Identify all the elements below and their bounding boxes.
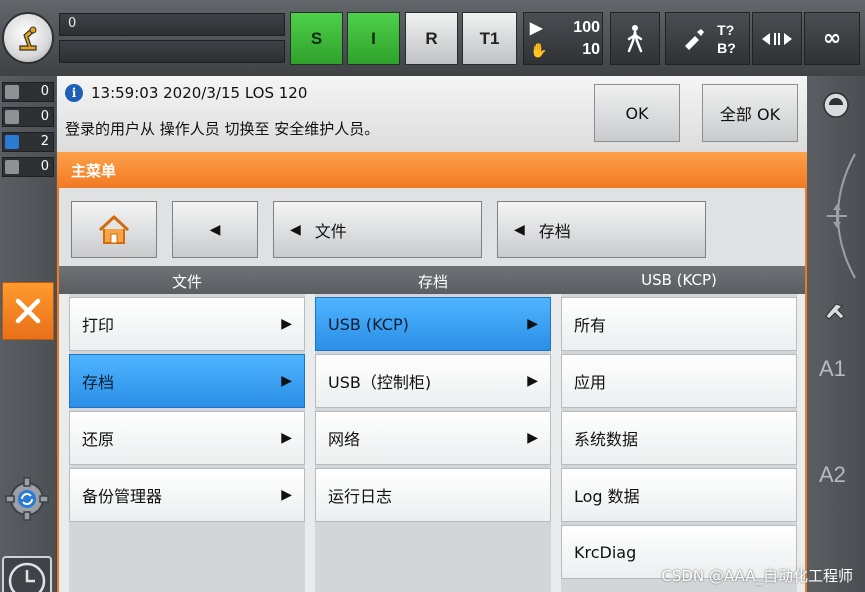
dialog-message-counter[interactable]: 0 [2,157,54,177]
program-name-field[interactable] [59,40,285,63]
timer-button[interactable] [2,556,52,592]
ok-button[interactable]: OK [594,84,680,142]
close-icon [15,298,41,324]
menu-item-archive[interactable]: 存档 ▶ [69,354,305,408]
info-message-counter[interactable]: 2 [2,132,54,152]
continuous-jog-button[interactable]: ∞ [804,12,860,65]
submit-interpreter-button[interactable]: S [290,12,343,65]
menu-item-print[interactable]: 打印 ▶ [69,297,305,351]
close-menu-button[interactable] [2,282,54,340]
breadcrumb-file-label: 文件 [314,221,347,241]
jog-override-value: 10 [582,41,600,58]
column-header-file: 文件 [171,273,202,291]
menu-column-usb: 所有 应用 系统数据 Log 数据 KrcDiag [561,294,797,592]
submenu-arrow-icon: ▶ [527,430,538,446]
active-tool-base-button[interactable]: T? B? [665,12,750,65]
play-icon: ▶ [530,20,543,37]
axis-a1-label[interactable]: A1 [819,356,846,382]
status-message-counter[interactable]: 0 [2,107,54,127]
menu-item-backup-manager[interactable]: 备份管理器 ▶ [69,468,305,522]
main-menu-panel: ◀ ◀ 文件 ◀ 存档 文件 存档 USB (KCP) 打印 ▶ 存档 ▶ 还原… [57,188,807,592]
menu-item-log-data[interactable]: Log 数据 [561,468,797,522]
tool-label: T? [717,21,735,38]
main-menu-title: 主菜单 [57,152,807,188]
message-header: 13:59:03 2020/3/15 LOS 120 [91,84,308,102]
column-headers: 文件 存档 USB (KCP) [59,266,805,294]
robot-arm-icon [19,26,37,51]
incremental-jog-button[interactable] [752,12,802,65]
operating-mode-button[interactable]: T1 [462,12,517,65]
menu-item-network[interactable]: 网络 ▶ [315,411,551,465]
menu-item-all[interactable]: 所有 [561,297,797,351]
ack-message-counter[interactable]: 0 [2,82,54,102]
status-message-icon [5,110,19,124]
menu-column-file: 打印 ▶ 存档 ▶ 还原 ▶ 备份管理器 ▶ [69,294,305,592]
mouse-6d-button[interactable] [821,90,851,124]
space-mouse-icon [823,92,849,118]
submenu-arrow-icon: ▶ [281,430,292,446]
breadcrumb-archive-button[interactable]: ◀ 存档 [497,201,706,258]
robot-main-menu-button[interactable] [2,12,54,64]
submenu-arrow-icon: ▶ [281,316,292,332]
left-sidebar: 0 0 2 0 [0,76,56,592]
base-label: B? [717,39,736,56]
drives-button[interactable]: I [347,12,400,65]
submenu-arrow-icon: ▶ [527,316,538,332]
jog-direction-pad[interactable] [815,146,859,290]
all-ok-button[interactable]: 全部 OK [702,84,798,142]
menu-item-usb-cabinet[interactable]: USB（控制柜) ▶ [315,354,551,408]
breadcrumb-file-button[interactable]: ◀ 文件 [273,201,482,258]
message-text: 登录的用户从 操作人员 切换至 安全维护人员。 [65,120,380,138]
submenu-arrow-icon: ▶ [281,373,292,389]
column-header-usb: USB (KCP) [641,271,717,289]
gear-icon [5,477,49,521]
jog-hand-icon: ✋ [530,41,548,58]
home-icon [98,215,130,244]
menu-item-system-data[interactable]: 系统数据 [561,411,797,465]
override-button[interactable]: ▶ 100 ✋ 10 [523,12,603,65]
menu-column-archive: USB (KCP) ▶ USB（控制柜) ▶ 网络 ▶ 运行日志 [315,294,551,592]
program-status-field[interactable]: 0 [59,13,285,36]
axis-a2-label[interactable]: A2 [819,462,846,488]
message-window: i 13:59:03 2020/3/15 LOS 120 登录的用户从 操作人员… [57,76,807,152]
run-mode-button[interactable] [610,12,660,65]
menu-item-logbook[interactable]: 运行日志 [315,468,551,522]
right-sidebar: A1 A2 [807,76,865,592]
info-message-icon [5,135,19,149]
jog-mode-button[interactable] [821,294,851,328]
submenu-arrow-icon: ▶ [527,373,538,389]
submenu-arrow-icon: ▶ [281,487,292,503]
back-arrow-icon: ◀ [209,221,221,238]
tool-icon [685,28,705,50]
menu-item-usb-kcp[interactable]: USB (KCP) ▶ [315,297,551,351]
back-arrow-icon: ◀ [514,221,525,238]
menu-item-applications[interactable]: 应用 [561,354,797,408]
configuration-button[interactable] [4,476,50,522]
column-header-archive: 存档 [417,273,448,291]
jog-arrows-icon [762,32,792,45]
menu-item-restore[interactable]: 还原 ▶ [69,411,305,465]
walking-person-icon [627,24,643,52]
watermark: CSDN @AAA_自动化工程师 [661,567,853,585]
back-arrow-icon: ◀ [290,221,301,238]
status-bar: 0 S I R T1 ▶ 100 ✋ 10 T? B? ∞ [0,0,865,76]
robot-interpreter-button[interactable]: R [405,12,458,65]
back-button[interactable]: ◀ [172,201,258,258]
jog-tool-icon [825,303,845,320]
dialog-message-icon [5,160,19,174]
program-override-value: 100 [573,19,600,36]
info-icon: i [65,84,83,102]
clock-icon [8,562,46,592]
ack-message-icon [5,85,19,99]
breadcrumb-archive-label: 存档 [538,221,571,241]
home-button[interactable] [71,201,157,258]
jog-direction-icon [827,153,856,279]
menu-nav-row: ◀ ◀ 文件 ◀ 存档 [59,188,805,266]
smartpad-screen: 0 S I R T1 ▶ 100 ✋ 10 T? B? ∞ 0 0 2 0 i … [0,0,865,592]
